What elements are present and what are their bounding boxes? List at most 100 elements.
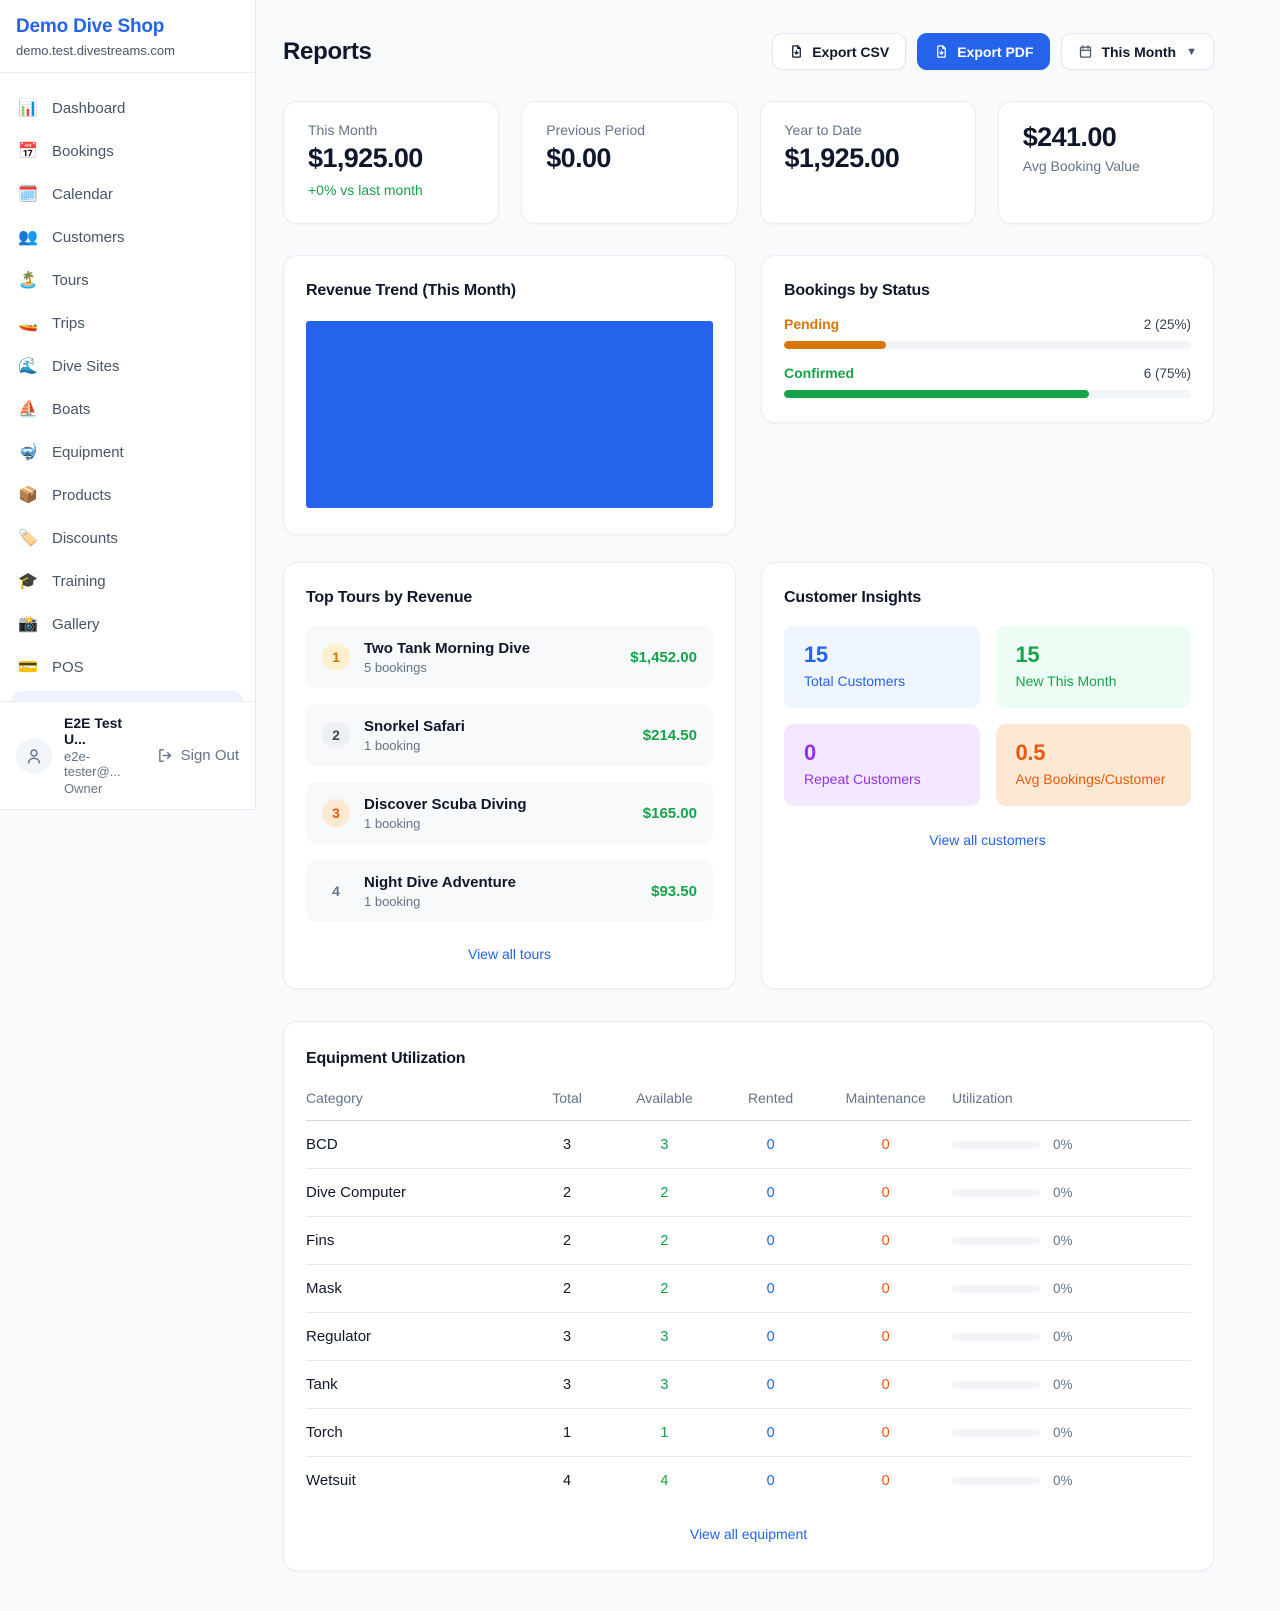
cell-available: 3 [607, 1121, 722, 1169]
revenue-trend-card: Revenue Trend (This Month) [283, 255, 736, 535]
cell-category: Mask [306, 1265, 527, 1313]
app-root: Demo Dive Shop demo.test.divestreams.com… [0, 0, 1280, 1611]
period-dropdown[interactable]: This Month ▼ [1061, 33, 1214, 70]
sidebar-item-equipment[interactable]: 🤿Equipment [0, 431, 255, 474]
cell-total: 3 [527, 1121, 607, 1169]
utilization-label: 0% [1053, 1233, 1073, 1248]
insight-tile-repeat-customers: 0 Repeat Customers [784, 724, 980, 806]
utilization-label: 0% [1053, 1281, 1073, 1296]
rank-badge: 1 [322, 643, 350, 671]
tour-amount: $93.50 [651, 883, 697, 900]
user-email: e2e-tester@... [64, 749, 145, 779]
sidebar-item-label: Calendar [52, 186, 113, 203]
progress-track [784, 390, 1191, 398]
table-row: Fins 2 2 0 0 0% [306, 1217, 1191, 1265]
package-icon: 📦 [18, 488, 38, 504]
wave-icon: 🌊 [18, 359, 38, 375]
sidebar-item-trips[interactable]: 🚤Trips [0, 302, 255, 345]
shop-name: Demo Dive Shop [16, 16, 239, 38]
table-row: Regulator 3 3 0 0 0% [306, 1313, 1191, 1361]
cell-rented: 0 [722, 1217, 819, 1265]
stat-delta: +0% vs last month [308, 182, 474, 198]
sidebar-item-reports-partial[interactable] [12, 691, 243, 701]
sidebar-item-discounts[interactable]: 🏷️Discounts [0, 517, 255, 560]
sidebar-item-dashboard[interactable]: 📊Dashboard [0, 87, 255, 130]
view-all-customers-link[interactable]: View all customers [929, 832, 1045, 848]
main-content: Reports Export CSV Export PDF This Month… [256, 0, 1280, 1611]
insight-label: Repeat Customers [804, 771, 960, 787]
sidebar-item-training[interactable]: 🎓Training [0, 560, 255, 603]
sidebar-item-calendar[interactable]: 🗓️ Calendar [0, 173, 255, 216]
export-pdf-button[interactable]: Export PDF [917, 33, 1050, 70]
speedboat-icon: 🚤 [18, 316, 38, 332]
column-header-rented: Rented [722, 1078, 819, 1121]
sidebar-item-label: Gallery [52, 616, 100, 633]
table-row: Dive Computer 2 2 0 0 0% [306, 1169, 1191, 1217]
utilization-track [952, 1141, 1040, 1149]
cell-category: Fins [306, 1217, 527, 1265]
view-all-tours-link[interactable]: View all tours [468, 946, 551, 962]
header-actions: Export CSV Export PDF This Month ▼ [772, 33, 1214, 70]
credit-card-icon: 💳 [18, 660, 38, 676]
cell-maintenance: 0 [819, 1169, 952, 1217]
stat-label: Year to Date [785, 122, 951, 138]
shop-header: Demo Dive Shop demo.test.divestreams.com [0, 0, 255, 73]
tour-row: 2 Snorkel Safari 1 booking $214.50 [306, 704, 713, 766]
tour-amount: $1,452.00 [630, 649, 697, 666]
table-row: Tank 3 3 0 0 0% [306, 1361, 1191, 1409]
cell-rented: 0 [722, 1409, 819, 1457]
cell-maintenance: 0 [819, 1313, 952, 1361]
table-row: Mask 2 2 0 0 0% [306, 1265, 1191, 1313]
sign-out-button[interactable]: Sign Out [157, 747, 239, 764]
sign-out-label: Sign Out [181, 747, 239, 764]
utilization-track [952, 1285, 1040, 1293]
cell-rented: 0 [722, 1121, 819, 1169]
sidebar-item-tours[interactable]: 🏝️Tours [0, 259, 255, 302]
sidebar-item-boats[interactable]: ⛵Boats [0, 388, 255, 431]
table-row: Torch 1 1 0 0 0% [306, 1409, 1191, 1457]
tour-bookings: 1 booking [364, 816, 527, 831]
bookings-by-status-card: Bookings by Status Pending 2 (25%) Confi… [761, 255, 1214, 423]
sidebar-item-customers[interactable]: 👥 Customers [0, 216, 255, 259]
customer-insights-title: Customer Insights [784, 589, 1191, 607]
utilization-label: 0% [1053, 1473, 1073, 1488]
sidebar-item-gallery[interactable]: 📸Gallery [0, 603, 255, 646]
calendar-icon: 🗓️ [18, 187, 38, 203]
dashboard-icon: 📊 [18, 101, 38, 117]
cell-total: 4 [527, 1457, 607, 1505]
view-all-equipment-link[interactable]: View all equipment [690, 1526, 807, 1542]
equipment-utilization-title: Equipment Utilization [306, 1050, 1191, 1068]
sidebar-item-products[interactable]: 📦Products [0, 474, 255, 517]
sidebar-item-pos[interactable]: 💳POS [0, 646, 255, 689]
rank-badge: 3 [322, 799, 350, 827]
top-tours-card: Top Tours by Revenue 1 Two Tank Morning … [283, 562, 736, 989]
insight-value: 15 [804, 642, 960, 668]
tour-title: Discover Scuba Diving [364, 796, 527, 813]
sidebar-item-label: Discounts [52, 530, 118, 547]
sidebar-item-label: Boats [52, 401, 90, 418]
sidebar-item-label: Customers [52, 229, 125, 246]
island-icon: 🏝️ [18, 273, 38, 289]
utilization-label: 0% [1053, 1137, 1073, 1152]
tour-amount: $214.50 [643, 727, 697, 744]
sidebar-item-label: Dive Sites [52, 358, 120, 375]
sidebar-item-label: Training [52, 573, 106, 590]
cell-utilization: 0% [952, 1425, 1191, 1440]
utilization-track [952, 1477, 1040, 1485]
progress-fill [784, 341, 886, 349]
tour-title: Night Dive Adventure [364, 874, 516, 891]
status-value: 2 (25%) [1144, 317, 1191, 332]
calendar-icon [1078, 44, 1093, 59]
stat-value: $241.00 [1023, 122, 1189, 153]
cell-maintenance: 0 [819, 1361, 952, 1409]
insight-label: Total Customers [804, 673, 960, 689]
cell-available: 4 [607, 1457, 722, 1505]
insight-tile-avg-bookings: 0.5 Avg Bookings/Customer [996, 724, 1192, 806]
cell-rented: 0 [722, 1169, 819, 1217]
cell-total: 2 [527, 1169, 607, 1217]
people-icon: 👥 [18, 230, 38, 246]
export-csv-button[interactable]: Export CSV [772, 33, 906, 70]
utilization-label: 0% [1053, 1377, 1073, 1392]
sidebar-item-dive-sites[interactable]: 🌊 Dive Sites [0, 345, 255, 388]
sidebar-item-bookings[interactable]: 📅Bookings [0, 130, 255, 173]
